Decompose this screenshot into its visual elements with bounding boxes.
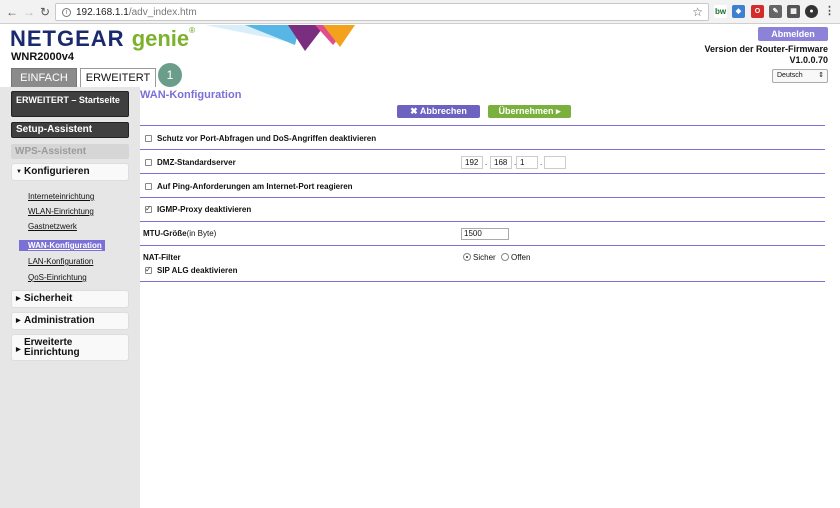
page-title: WAN-Konfiguration	[140, 89, 242, 101]
browser-menu-icon[interactable]: ⋮	[823, 5, 836, 18]
nat-open-radio[interactable]	[501, 253, 509, 261]
igmp-proxy-label: IGMP-Proxy deaktivieren	[157, 205, 252, 214]
ip-dot: .	[540, 158, 543, 167]
bookmark-star-icon[interactable]: ☆	[692, 5, 703, 19]
netgear-logo: NETGEAR genie®	[10, 26, 197, 51]
firmware-version: V1.0.0.70	[789, 55, 828, 65]
url-text: 192.168.1.1/adv_index.htm	[76, 7, 197, 18]
apply-button[interactable]: Übernehmen ▸	[488, 105, 571, 118]
nat-filter-label: NAT-Filter	[143, 253, 181, 262]
sidebar-item-setup-wizard[interactable]: Setup-Assistent	[11, 122, 129, 138]
extension-profile-icon[interactable]: ●	[805, 5, 818, 18]
sidebar-item-internet-setup[interactable]: Interneteinrichtung	[28, 192, 94, 201]
ping-response-checkbox[interactable]	[145, 183, 152, 190]
close-icon: ✖	[410, 106, 418, 116]
router-model: WNR2000v4	[11, 51, 74, 63]
divider	[140, 173, 825, 174]
divider	[140, 245, 825, 246]
triangle-right-icon: ▶	[16, 296, 21, 302]
sidebar-item-advanced-home[interactable]: ERWEITERT – Startseite	[11, 91, 129, 117]
forward-icon[interactable]: →	[21, 4, 37, 20]
info-icon[interactable]: i	[62, 8, 71, 17]
callout-badge-1: 1	[158, 63, 182, 87]
sidebar-item-qos-setup[interactable]: QoS-Einrichtung	[28, 273, 87, 282]
extension-opera-icon[interactable]: O	[751, 5, 764, 18]
extension-counter-icon[interactable]: ◆	[732, 5, 745, 18]
ip-dot: .	[485, 158, 488, 167]
divider	[140, 197, 825, 198]
browser-toolbar: ← → ↻ i 192.168.1.1/adv_index.htm ☆ bw ◆…	[0, 0, 840, 24]
triangle-right-icon: ▶	[16, 347, 21, 353]
igmp-proxy-checkbox[interactable]	[145, 204, 152, 213]
divider	[140, 281, 825, 282]
tab-advanced[interactable]: ERWEITERT	[80, 68, 156, 87]
mtu-size-label: MTU-Größe(in Byte)	[143, 229, 217, 238]
reload-icon[interactable]: ↻	[37, 4, 53, 20]
extension-calendar-icon[interactable]: ▦	[787, 5, 800, 18]
sidebar-item-administration[interactable]: ▶ Administration	[11, 312, 129, 330]
logout-button[interactable]: Abmelden	[758, 27, 828, 41]
back-icon[interactable]: ←	[4, 4, 20, 20]
nat-open-label: Offen	[511, 253, 531, 262]
dmz-ip-octet-4[interactable]	[544, 156, 566, 169]
router-header: NETGEAR genie® WNR2000v4 Abmelden Versio…	[0, 25, 840, 87]
select-arrow-icon: ⇕	[818, 72, 824, 79]
sidebar-item-guest-network[interactable]: Gastnetzwerk	[28, 222, 77, 231]
dos-protection-checkbox[interactable]	[145, 135, 152, 142]
dos-protection-label: Schutz vor Port-Abfragen und DoS-Angriff…	[157, 134, 377, 143]
header-decoration	[205, 25, 355, 51]
sidebar-item-wlan-setup[interactable]: WLAN-Einrichtung	[28, 207, 94, 216]
mtu-size-input[interactable]: 1500	[461, 228, 509, 240]
extension-tools-icon[interactable]: ✎	[769, 5, 782, 18]
nat-secure-radio[interactable]	[463, 253, 471, 261]
cancel-button[interactable]: ✖ Abbrechen	[397, 105, 480, 118]
sidebar-item-lan-config[interactable]: LAN-Konfiguration	[28, 257, 93, 266]
tab-basic[interactable]: EINFACH	[11, 68, 77, 87]
sidebar-item-advanced-setup[interactable]: ▶ Erweiterte Einrichtung	[11, 334, 129, 361]
nat-secure-label: Sicher	[473, 253, 496, 262]
divider	[140, 149, 825, 150]
firmware-label: Version der Router-Firmware	[704, 44, 828, 54]
dmz-server-label: DMZ-Standardserver	[157, 158, 236, 167]
dmz-ip-octet-2[interactable]: 168	[490, 156, 512, 169]
triangle-down-icon: ▼	[16, 169, 22, 175]
divider	[140, 221, 825, 222]
ping-response-label: Auf Ping-Anforderungen am Internet-Port …	[157, 182, 353, 191]
main-panel: WAN-Konfiguration ✖ Abbrechen Übernehmen…	[140, 87, 840, 508]
triangle-right-icon: ▶	[16, 318, 21, 324]
sidebar-item-wps-wizard[interactable]: WPS-Assistent	[11, 144, 129, 159]
extension-bw-icon[interactable]: bw	[714, 5, 727, 18]
sidebar: ERWEITERT – Startseite Setup-Assistent W…	[0, 87, 140, 508]
dmz-ip-octet-1[interactable]: 192	[461, 156, 483, 169]
divider	[140, 125, 825, 126]
sip-alg-label: SIP ALG deaktivieren	[157, 266, 238, 275]
dmz-ip-octet-3[interactable]: 1	[516, 156, 538, 169]
dmz-server-checkbox[interactable]	[145, 159, 152, 166]
language-select[interactable]: Deutsch ⇕	[772, 69, 828, 83]
arrow-right-icon: ▸	[556, 106, 561, 116]
sidebar-item-configure[interactable]: ▼ Konfigurieren	[11, 163, 129, 181]
sidebar-item-wan-config[interactable]: WAN-Konfiguration	[19, 240, 105, 251]
sip-alg-checkbox[interactable]	[145, 265, 152, 274]
address-bar[interactable]: i 192.168.1.1/adv_index.htm ☆	[55, 3, 709, 21]
sidebar-item-security[interactable]: ▶ Sicherheit	[11, 290, 129, 308]
